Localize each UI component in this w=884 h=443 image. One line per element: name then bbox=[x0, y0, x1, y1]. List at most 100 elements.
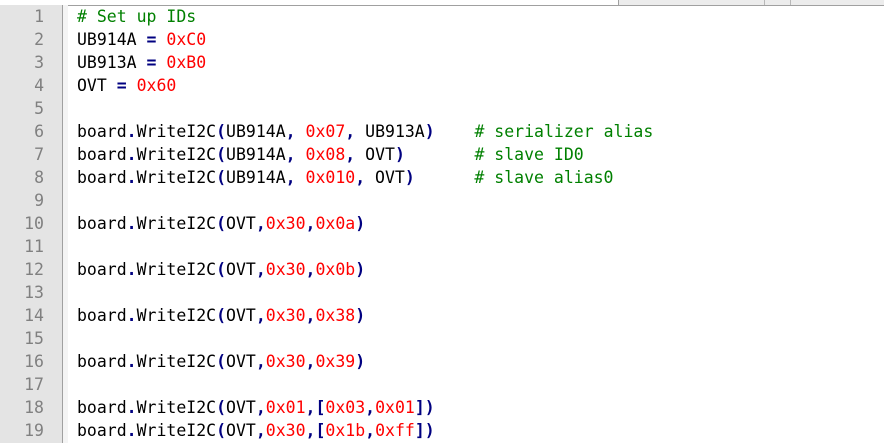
operator-token: , bbox=[255, 306, 266, 325]
code-line[interactable]: 9 bbox=[0, 189, 884, 212]
operator-token: , bbox=[285, 145, 296, 164]
number-literal: 0x08 bbox=[305, 145, 346, 164]
code-token: OVT bbox=[226, 421, 256, 440]
line-code[interactable]: board.WriteI2C(UB914A, 0x010, OVT) # sla… bbox=[77, 166, 614, 189]
code-line[interactable]: 5 bbox=[0, 97, 884, 120]
number-literal: 0x01 bbox=[375, 398, 415, 417]
operator-token: ( bbox=[216, 398, 227, 417]
code-line[interactable]: 15 bbox=[0, 327, 884, 350]
operator-token: ) bbox=[404, 168, 415, 187]
operator-token: . bbox=[126, 398, 137, 417]
code-line[interactable]: 11 bbox=[0, 235, 884, 258]
code-comment: # serializer alias bbox=[474, 122, 654, 141]
operator-token: , bbox=[255, 421, 266, 440]
number-literal: 0xff bbox=[375, 421, 415, 440]
code-token: board bbox=[77, 352, 127, 371]
code-line[interactable]: 6 board.WriteI2C(UB914A, 0x07, UB913A) # … bbox=[0, 120, 884, 143]
line-code[interactable]: board.WriteI2C(UB914A, 0x07, UB913A) # s… bbox=[77, 120, 653, 143]
code-token: WriteI2C bbox=[136, 260, 217, 279]
operator-token: , bbox=[285, 122, 296, 141]
operator-token: , bbox=[305, 260, 316, 279]
code-token: UB914A bbox=[226, 168, 286, 187]
code-line[interactable]: 1 # Set up IDs bbox=[0, 5, 884, 28]
operator-token: . bbox=[126, 145, 137, 164]
line-number: 4 bbox=[34, 76, 44, 95]
line-code[interactable]: board.WriteI2C(OVT,0x01,[0x03,0x01]) bbox=[77, 396, 435, 419]
operator-token: ( bbox=[216, 260, 227, 279]
code-comment: # slave ID0 bbox=[474, 145, 584, 164]
line-code[interactable]: board.WriteI2C(OVT,0x30,0x38) bbox=[77, 304, 365, 327]
operator-token: ) bbox=[424, 122, 435, 141]
code-token: board bbox=[77, 145, 127, 164]
line-number: 5 bbox=[34, 99, 44, 118]
code-token: OVT bbox=[355, 145, 395, 164]
code-line[interactable]: 14 board.WriteI2C(OVT,0x30,0x38) bbox=[0, 304, 884, 327]
code-token: board bbox=[77, 398, 127, 417]
operator-token: ) bbox=[355, 214, 366, 233]
line-code[interactable]: OVT = 0x60 bbox=[77, 74, 176, 97]
code-lines[interactable]: 1 # Set up IDs 2 UB914A = 0xC0 3 UB913A = 0xB… bbox=[0, 5, 884, 442]
operator-token: , bbox=[345, 145, 356, 164]
code-line[interactable]: 3 UB913A = 0xB0 bbox=[0, 51, 884, 74]
line-number: 15 bbox=[24, 329, 44, 348]
code-token: board bbox=[77, 306, 127, 325]
code-comment: # slave alias0 bbox=[474, 168, 614, 187]
code-line[interactable]: 2 UB914A = 0xC0 bbox=[0, 28, 884, 51]
line-number: 19 bbox=[24, 421, 44, 440]
operator-token: . bbox=[126, 421, 137, 440]
code-line[interactable]: 4 OVT = 0x60 bbox=[0, 74, 884, 97]
code-token: board bbox=[77, 122, 127, 141]
operator-token: , bbox=[345, 122, 356, 141]
line-number: 7 bbox=[34, 145, 44, 164]
code-token: WriteI2C bbox=[136, 122, 217, 141]
code-token: OVT bbox=[226, 398, 256, 417]
operator-token: , bbox=[255, 214, 266, 233]
code-editor[interactable]: 1 # Set up IDs 2 UB914A = 0xC0 3 UB913A = 0xB… bbox=[0, 0, 884, 443]
code-token: WriteI2C bbox=[136, 352, 217, 371]
operator-token: ( bbox=[216, 168, 227, 187]
code-token: OVT bbox=[77, 76, 117, 95]
line-code[interactable]: board.WriteI2C(OVT,0x30,0x0a) bbox=[77, 212, 365, 235]
number-literal: 0x30 bbox=[265, 421, 306, 440]
number-literal: 0x30 bbox=[265, 260, 306, 279]
operator-token: , bbox=[305, 306, 316, 325]
operator-token: , bbox=[255, 398, 266, 417]
code-line[interactable]: 8 board.WriteI2C(UB914A, 0x010, OVT) # sl… bbox=[0, 166, 884, 189]
code-line[interactable]: 19 board.WriteI2C(OVT,0x30,[0x1b,0xff]) bbox=[0, 419, 884, 442]
number-literal: 0x01 bbox=[265, 398, 306, 417]
number-literal: 0x0b bbox=[315, 260, 356, 279]
line-number: 16 bbox=[24, 352, 44, 371]
line-number: 12 bbox=[24, 260, 44, 279]
operator-token: ( bbox=[216, 214, 227, 233]
line-code[interactable]: board.WriteI2C(OVT,0x30,[0x1b,0xff]) bbox=[77, 419, 435, 442]
line-code[interactable]: UB913A = 0xB0 bbox=[77, 51, 206, 74]
code-line[interactable]: 13 bbox=[0, 281, 884, 304]
number-literal: 0x39 bbox=[315, 352, 356, 371]
line-code[interactable]: board.WriteI2C(UB914A, 0x08, OVT) # slav… bbox=[77, 143, 584, 166]
code-token: WriteI2C bbox=[136, 421, 217, 440]
code-line[interactable]: 10 board.WriteI2C(OVT,0x30,0x0a) bbox=[0, 212, 884, 235]
line-code[interactable]: board.WriteI2C(OVT,0x30,0x0b) bbox=[77, 258, 365, 281]
line-number: 13 bbox=[24, 283, 44, 302]
operator-token: , bbox=[305, 214, 316, 233]
code-token: UB913A bbox=[77, 53, 147, 72]
line-code[interactable]: board.WriteI2C(OVT,0x30,0x39) bbox=[77, 350, 365, 373]
operator-token: ) bbox=[355, 260, 366, 279]
operator-token: ( bbox=[216, 421, 227, 440]
number-literal: 0xC0 bbox=[166, 30, 207, 49]
code-line[interactable]: 16 board.WriteI2C(OVT,0x30,0x39) bbox=[0, 350, 884, 373]
code-token: WriteI2C bbox=[136, 145, 217, 164]
code-line[interactable]: 12 board.WriteI2C(OVT,0x30,0x0b) bbox=[0, 258, 884, 281]
number-literal: 0x07 bbox=[305, 122, 346, 141]
operator-token: , bbox=[255, 260, 266, 279]
line-code[interactable]: UB914A = 0xC0 bbox=[77, 28, 206, 51]
code-line[interactable]: 7 board.WriteI2C(UB914A, 0x08, OVT) # sla… bbox=[0, 143, 884, 166]
line-code[interactable]: # Set up IDs bbox=[77, 5, 196, 28]
code-line[interactable]: 17 bbox=[0, 373, 884, 396]
code-line[interactable]: 18 board.WriteI2C(OVT,0x01,[0x03,0x01]) bbox=[0, 396, 884, 419]
operator-token: ( bbox=[216, 122, 227, 141]
line-number: 17 bbox=[24, 375, 44, 394]
operator-token: ( bbox=[216, 306, 227, 325]
